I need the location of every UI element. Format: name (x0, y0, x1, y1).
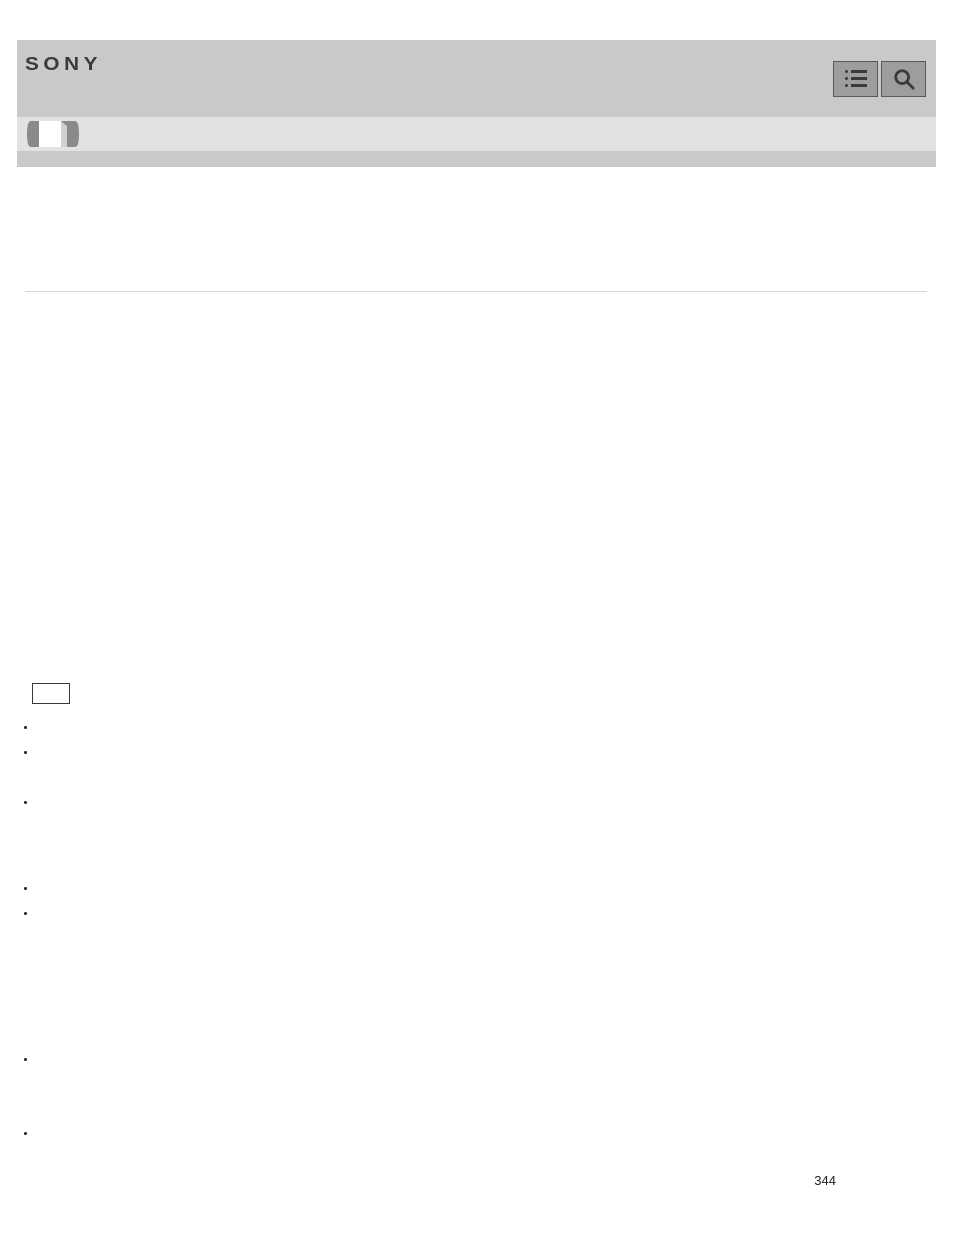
small-box (32, 683, 70, 704)
document-icon[interactable] (25, 117, 81, 151)
header-actions (833, 61, 926, 97)
divider (25, 291, 927, 292)
gray-strip (17, 151, 936, 167)
page-number: 344 (814, 1173, 836, 1188)
subheader-bar (17, 117, 936, 151)
top-margin (0, 0, 954, 40)
list-icon (845, 70, 867, 87)
search-icon (893, 68, 915, 90)
menu-button[interactable] (833, 61, 878, 97)
search-button[interactable] (881, 61, 926, 97)
brand-logo: SONY (25, 54, 102, 75)
header-bar: SONY (17, 40, 936, 117)
